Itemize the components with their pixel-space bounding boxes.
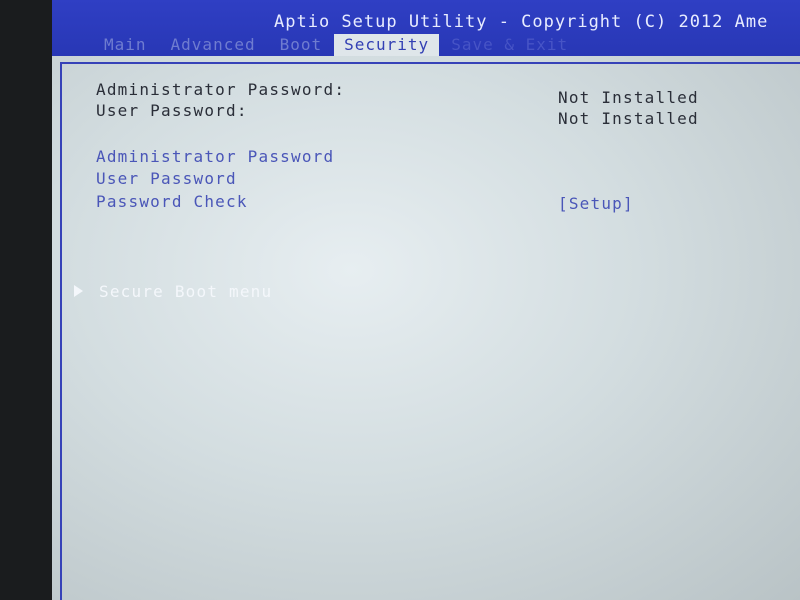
tab-save-exit[interactable]: Save & Exit [439, 34, 580, 56]
user-password-item[interactable]: User Password [96, 169, 237, 188]
user-password-status-label: User Password: [96, 101, 248, 120]
admin-password-status-value: Not Installed [558, 88, 699, 107]
user-password-status-value: Not Installed [558, 109, 699, 128]
secure-boot-menu-item[interactable]: Secure Boot menu [74, 282, 272, 301]
app-title: Aptio Setup Utility - Copyright (C) 2012… [274, 12, 769, 32]
password-check-value[interactable]: [Setup] [558, 194, 634, 213]
admin-password-item[interactable]: Administrator Password [96, 147, 334, 166]
tab-main[interactable]: Main [92, 34, 159, 56]
submenu-arrow-icon [74, 284, 83, 297]
bios-screen: Aptio Setup Utility - Copyright (C) 2012… [52, 0, 800, 600]
admin-password-status-label: Administrator Password: [96, 80, 346, 99]
security-panel: Administrator Password: Not Installed Us… [60, 62, 800, 600]
password-check-label[interactable]: Password Check [96, 192, 248, 211]
header-bar: Aptio Setup Utility - Copyright (C) 2012… [52, 0, 800, 56]
tab-boot[interactable]: Boot [268, 34, 335, 56]
tab-security[interactable]: Security [334, 34, 440, 56]
tab-advanced[interactable]: Advanced [159, 34, 268, 56]
tab-bar: Main Advanced Boot Security Save & Exit [92, 32, 580, 56]
secure-boot-menu-label: Secure Boot menu [99, 282, 273, 301]
